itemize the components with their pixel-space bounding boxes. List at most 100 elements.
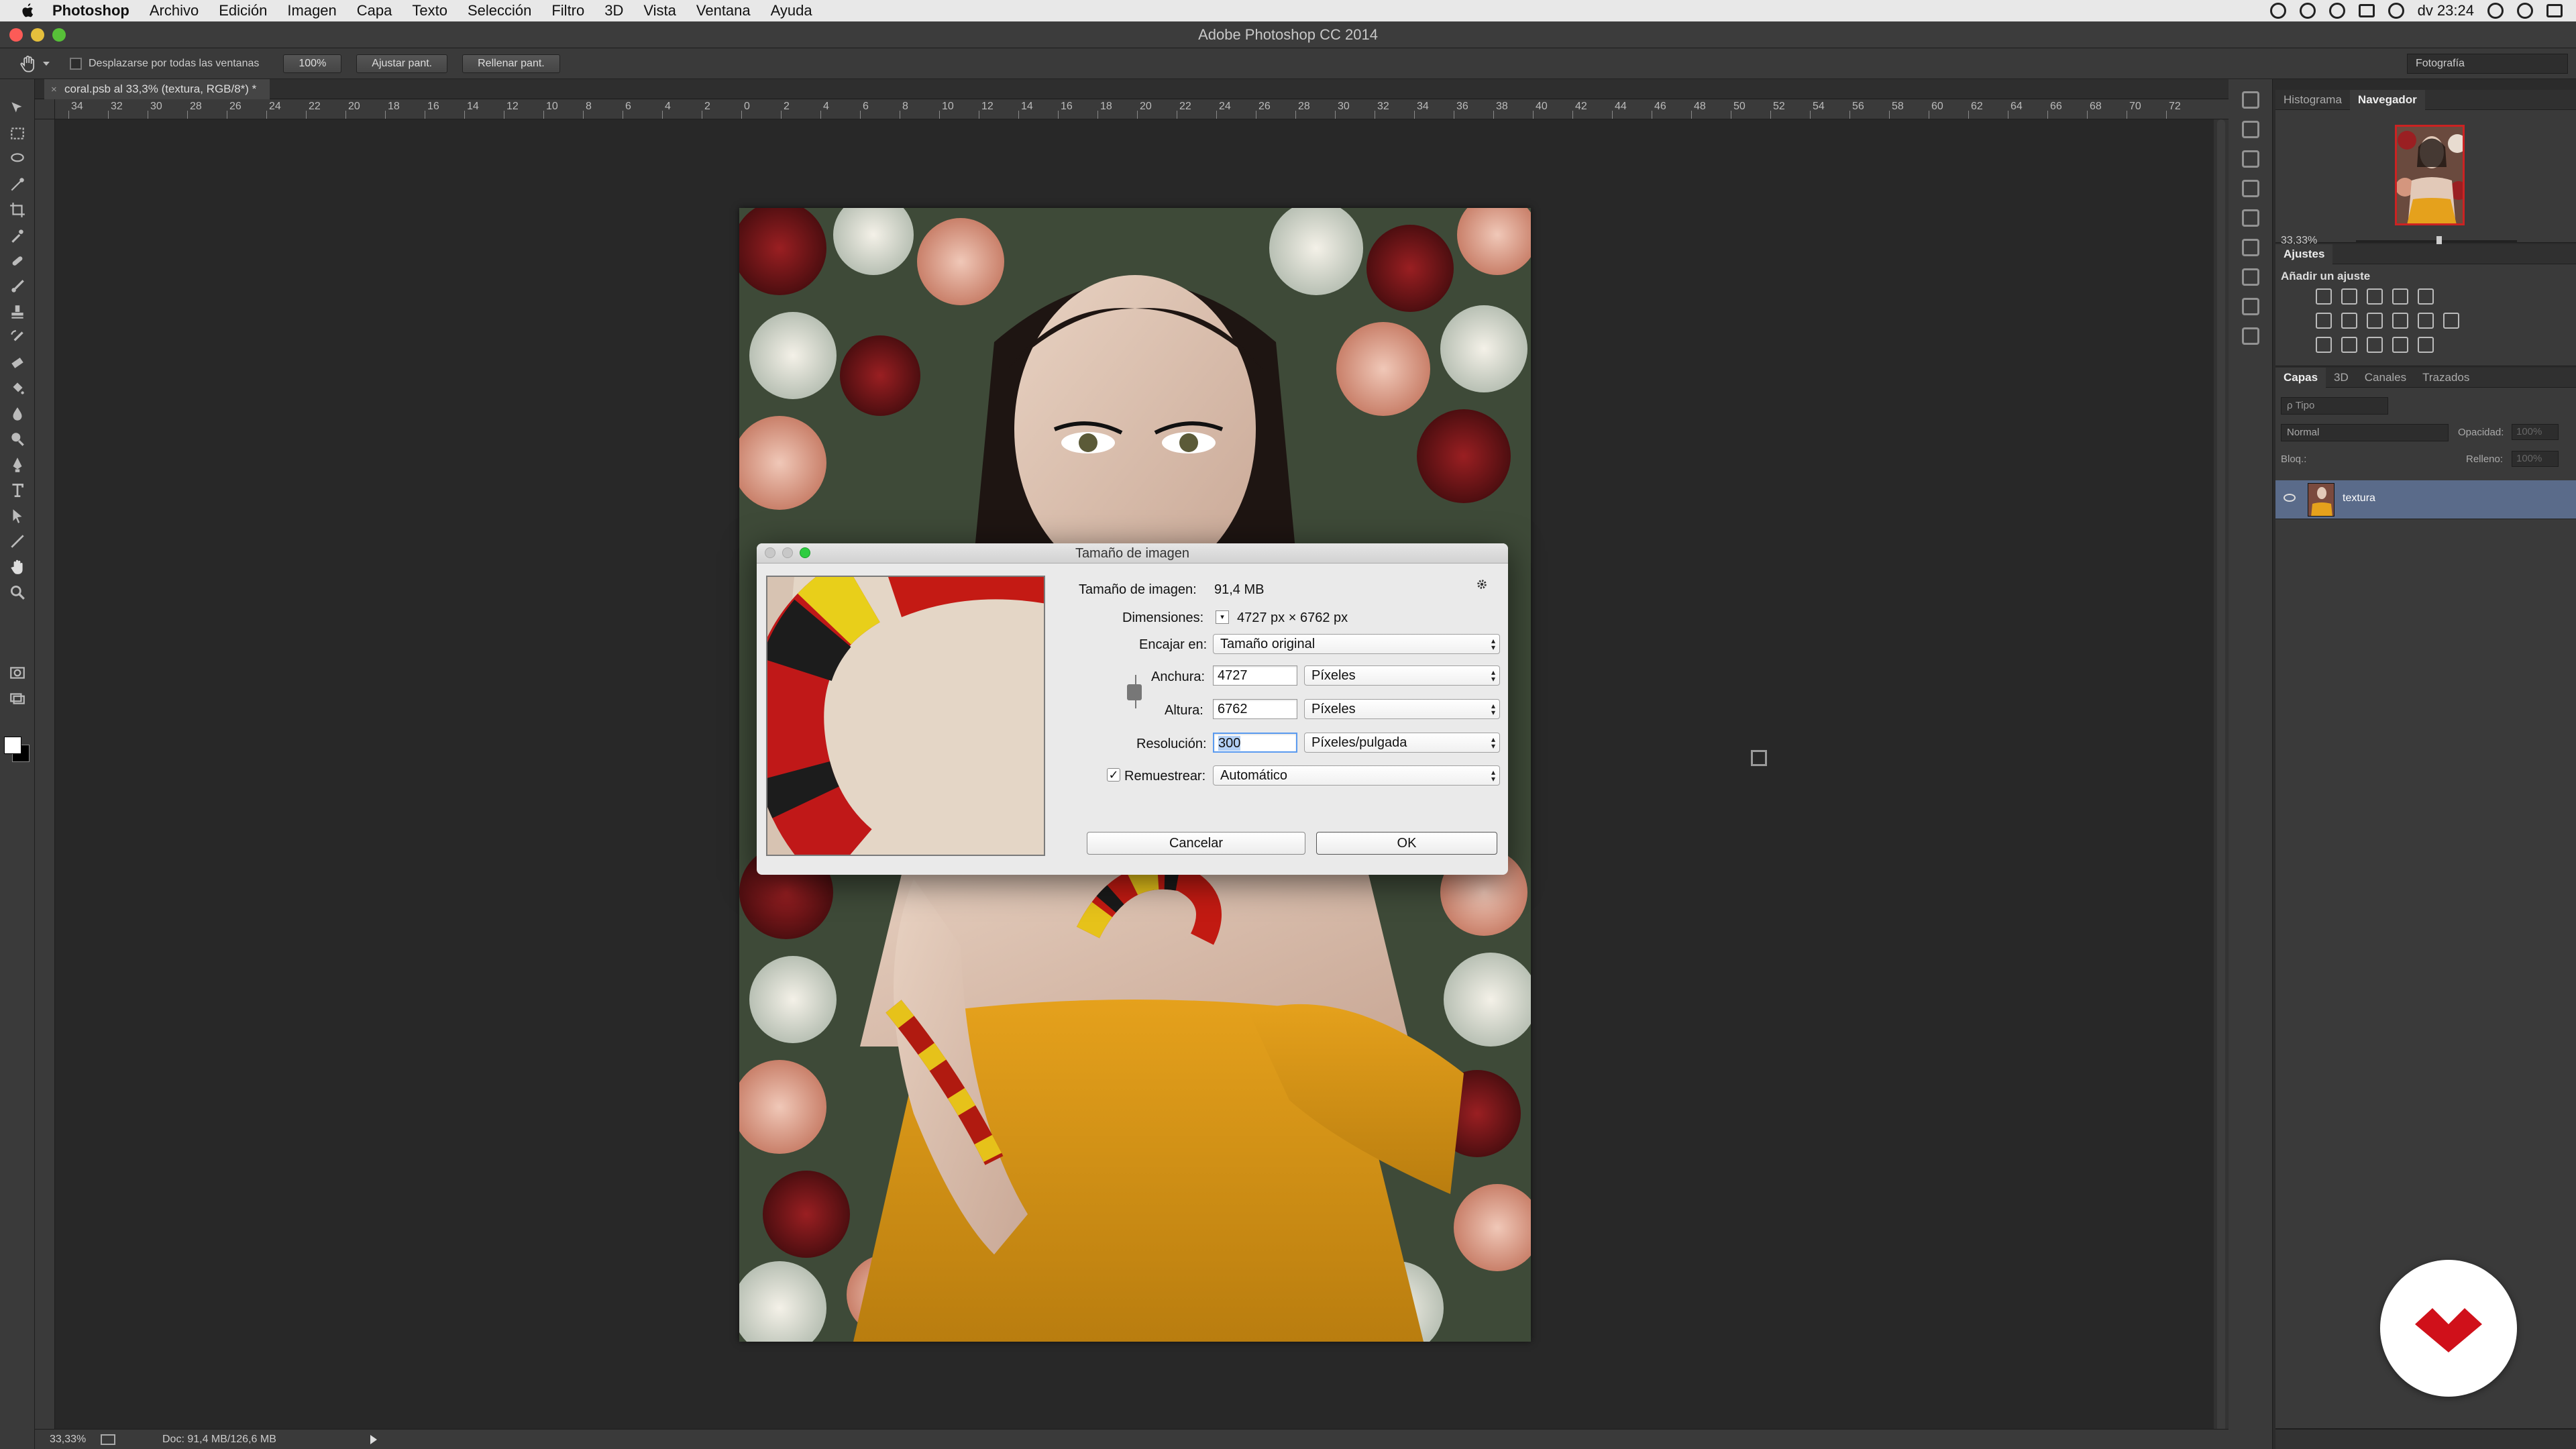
layer-row[interactable]: textura [2275,480,2576,519]
hand-tool[interactable] [7,557,28,577]
posterize-icon[interactable] [2341,337,2357,353]
width-input[interactable]: 4727 [1213,665,1297,686]
menu-archivo[interactable]: Archivo [150,2,199,19]
apple-icon[interactable] [19,2,36,19]
minimize-window-button[interactable] [31,28,44,42]
vibrance-icon[interactable] [2418,288,2434,305]
dodge-tool[interactable] [7,429,28,449]
constrain-proportions-link-icon[interactable] [1127,684,1142,700]
photo-filter-icon[interactable] [2392,313,2408,329]
tab-paths[interactable]: Trazados [2414,368,2477,388]
fill-screen-button[interactable]: Rellenar pant. [462,54,560,73]
scroll-all-windows-checkbox[interactable] [70,57,82,70]
resolution-input[interactable]: 300 [1213,733,1297,753]
menu-imagen[interactable]: Imagen [287,2,336,19]
vertical-ruler[interactable] [35,119,55,1434]
screen-mode-toggle[interactable] [7,688,28,708]
exposure-icon[interactable] [2392,288,2408,305]
menu-texto[interactable]: Texto [412,2,447,19]
blend-mode-select[interactable]: Normal [2281,424,2449,441]
clone-stamp-tool[interactable] [7,302,28,322]
horizontal-ruler[interactable]: 34 32 30 28 26 24 22 20 18 16 14 12 10 8 6 4 2 0 2 4 6 8 10 12 1… [55,99,2229,119]
tab-navigator[interactable]: Navegador [2349,89,2425,110]
actions-panel-icon[interactable] [2242,121,2259,138]
menu-filtro[interactable]: Filtro [551,2,584,19]
threshold-icon[interactable] [2367,337,2383,353]
quick-selection-tool[interactable] [7,174,28,195]
image-preview[interactable] [766,576,1045,856]
layer-filter-select[interactable]: ρ Tipo [2281,397,2388,415]
document-tab[interactable]: × coral.psb al 33,3% (textura, RGB/8*) * [44,79,270,99]
close-document-icon[interactable]: × [51,84,57,95]
selective-color-icon[interactable] [2392,337,2408,353]
ok-button[interactable]: OK [1316,832,1497,855]
notification-center-icon[interactable] [2546,4,2563,17]
menubar-clock[interactable]: dv 23:24 [2418,2,2474,19]
blur-tool[interactable] [7,404,28,424]
curves-icon[interactable] [2367,288,2383,305]
eyedropper-tool[interactable] [7,225,28,246]
brush-presets-icon[interactable] [2242,239,2259,256]
height-input[interactable]: 6762 [1213,699,1297,719]
tab-histogram[interactable]: Histograma [2275,90,2350,110]
status-zoom[interactable]: 33,33% [50,1434,90,1446]
workspace-select[interactable]: Fotografía [2407,54,2568,74]
menu-ventana[interactable]: Ventana [696,2,751,19]
menu-ayuda[interactable]: Ayuda [771,2,812,19]
gear-icon[interactable] [1476,578,1488,590]
export-icon[interactable] [101,1434,115,1445]
dialog-zoom-button[interactable] [800,547,810,558]
vertical-scrollbar[interactable] [2214,119,2229,1434]
menu-vista[interactable]: Vista [643,2,676,19]
hand-tool-icon[interactable] [19,54,38,73]
fit-to-select[interactable]: Tamaño original ▴ ▾ [1213,634,1500,654]
opacity-input[interactable]: 100% [2512,424,2559,440]
clone-source-icon[interactable] [2242,268,2259,286]
zoom-tool[interactable] [7,582,28,602]
quick-mask-toggle[interactable] [7,663,28,683]
history-brush-tool[interactable] [7,327,28,347]
paragraph-panel-icon[interactable] [2242,327,2259,345]
navigator-thumbnail[interactable] [2395,125,2465,225]
fit-screen-button[interactable]: Ajustar pant. [356,54,448,73]
visibility-eye-icon[interactable] [2284,494,2296,502]
levels-icon[interactable] [2341,288,2357,305]
status-menu-arrow-icon[interactable] [370,1434,377,1444]
menu-edicion[interactable]: Edición [219,2,267,19]
gradient-map-icon[interactable] [2418,337,2434,353]
cancel-button[interactable]: Cancelar [1087,832,1305,855]
layer-name[interactable]: textura [2343,492,2375,504]
type-tool[interactable] [7,480,28,500]
history-panel-icon[interactable] [2242,91,2259,109]
fill-input[interactable]: 100% [2512,451,2559,467]
channel-mixer-icon[interactable] [2418,313,2434,329]
width-unit-select[interactable]: Píxeles ▴ ▾ [1304,665,1500,686]
gradient-tool[interactable] [7,378,28,398]
tab-layers[interactable]: Capas [2275,367,2326,388]
resolution-unit-select[interactable]: Píxeles/pulgada ▴ ▾ [1304,733,1500,753]
spotlight-search-icon[interactable] [2487,3,2504,19]
healing-brush-tool[interactable] [7,251,28,271]
zoom-window-button[interactable] [52,28,66,42]
tab-adjustments[interactable]: Ajustes [2275,244,2333,264]
color-balance-icon[interactable] [2341,313,2357,329]
creative-cloud-icon[interactable] [2299,3,2316,19]
dialog-minimize-button[interactable] [782,547,793,558]
crop-tool[interactable] [7,200,28,220]
character-panel-icon[interactable] [2242,298,2259,315]
navigator-zoom-slider[interactable] [2356,236,2517,246]
info-panel-icon[interactable] [2242,180,2259,197]
lasso-tool[interactable] [7,149,28,169]
properties-panel-icon[interactable] [2242,150,2259,168]
menu-app[interactable]: Photoshop [52,2,129,19]
pen-tool[interactable] [7,455,28,475]
user-avatar-icon[interactable] [2517,3,2533,19]
foreground-color-swatch[interactable] [4,737,21,754]
close-window-button[interactable] [9,28,23,42]
ruler-origin[interactable] [35,99,55,119]
eraser-tool[interactable] [7,353,28,373]
tab-3d[interactable]: 3D [2326,368,2357,388]
zoom-100-button[interactable]: 100% [283,54,342,73]
path-selection-tool[interactable] [7,506,28,526]
brush-tool[interactable] [7,276,28,297]
